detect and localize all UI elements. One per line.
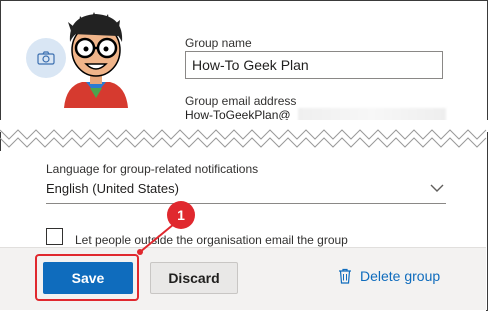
step-number-badge: 1 [167,201,195,229]
callout-pointer [137,223,175,255]
